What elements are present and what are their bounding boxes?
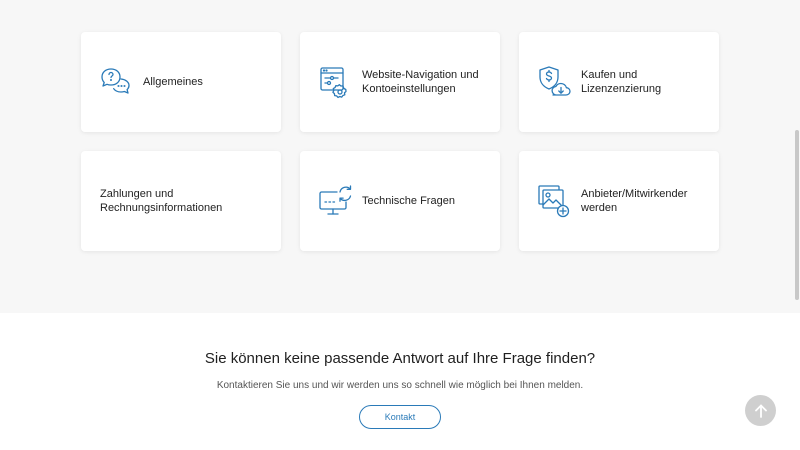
- page-scrollbar[interactable]: [794, 0, 800, 313]
- browser-settings-icon: [317, 64, 353, 100]
- monitor-refresh-icon: [317, 183, 353, 219]
- contact-button[interactable]: Kontakt: [359, 405, 441, 429]
- scrollbar-thumb[interactable]: [795, 130, 799, 300]
- category-label: Zahlungen und Rechnungsinformationen: [100, 188, 223, 214]
- category-label: Allgemeines: [143, 76, 203, 88]
- category-card-anbieter[interactable]: Anbieter/Mitwirkender werden: [519, 151, 719, 251]
- category-card-kaufen[interactable]: Kaufen und Lizenzenzierung: [519, 32, 719, 132]
- category-label: Website-Navigation und Kontoeinstellunge…: [362, 69, 479, 95]
- category-label: Anbieter/Mitwirkender werden: [581, 188, 688, 214]
- arrow-up-icon: [754, 404, 767, 418]
- category-label: Kaufen und Lizenzenzierung: [581, 69, 662, 95]
- shield-dollar-cloud-icon: [536, 64, 572, 100]
- contact-heading: Sie können keine passende Antwort auf Ih…: [204, 350, 596, 367]
- category-card-zahlungen[interactable]: Zahlungen und Rechnungsinformationen: [81, 151, 281, 251]
- scroll-to-top-button[interactable]: [745, 395, 776, 426]
- speech-bubbles-question-icon: [98, 64, 134, 100]
- category-card-website-navigation[interactable]: Website-Navigation und Kontoeinstellunge…: [300, 32, 500, 132]
- images-add-icon: [536, 183, 572, 219]
- category-label: Technische Fragen: [362, 195, 455, 207]
- category-card-technische-fragen[interactable]: Technische Fragen: [300, 151, 500, 251]
- contact-subtext: Kontaktieren Sie uns und wir werden uns …: [216, 380, 584, 391]
- category-card-allgemeines[interactable]: Allgemeines: [81, 32, 281, 132]
- categories-section: Allgemeines Website-Navigation und Konto…: [0, 0, 800, 313]
